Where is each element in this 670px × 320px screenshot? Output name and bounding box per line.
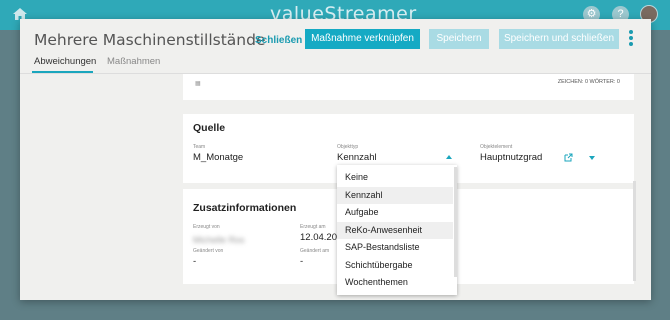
created-on-label: Erzeugt am [300,224,326,230]
dropdown-option[interactable]: Wochenthemen [337,274,453,291]
close-button[interactable]: Schließen [255,35,302,46]
dropdown-option[interactable]: ReKo-Anwesenheit [337,222,453,239]
dropdown-option-selected[interactable]: Kennzahl [337,187,453,204]
resize-grip-icon[interactable]: ▦ [195,80,201,87]
link-measure-button[interactable]: Maßnahme verknüpfen [305,29,420,49]
changed-on-value: - [300,256,304,267]
changed-on-label: Geändert am [300,248,330,254]
team-label: Team [193,144,206,150]
editor-footer-card: ▦ ZEICHEN: 0 WÖRTER: 0 [183,74,634,100]
dropdown-option[interactable]: SAP-Bestandsliste [337,239,453,256]
object-element-label: Objektelement [480,144,513,150]
team-value[interactable]: M_Monatge [193,152,243,163]
dropdown-option[interactable]: Keine [337,169,453,186]
created-by-value: Michelle Ros [193,235,245,245]
dropdown-option[interactable]: Aufgabe [337,204,453,221]
modal-dialog: Mehrere Maschinenstillstände Schließen M… [20,19,651,300]
created-by-label: Erzeugt von [193,224,220,230]
scrollbar[interactable] [633,181,636,281]
created-on-value: 12.04.202 [300,232,343,243]
save-close-button[interactable]: Speichern und schließen [499,29,619,49]
source-title: Quelle [193,122,226,134]
word-count: ZEICHEN: 0 WÖRTER: 0 [557,79,620,85]
page-title: Mehrere Maschinenstillstände [34,31,266,49]
chevron-up-icon[interactable] [446,155,452,159]
object-type-input[interactable]: Kennzahl [337,152,377,163]
more-menu-icon[interactable] [628,30,634,48]
save-button[interactable]: Speichern [429,29,489,49]
dropdown-scrollbar[interactable] [454,167,457,277]
changed-by-value: - [193,256,197,267]
object-type-dropdown: Keine Kennzahl Aufgabe ReKo-Anwesenheit … [337,165,457,295]
additional-title: Zusatzinformationen [193,202,297,214]
external-link-icon[interactable] [564,153,573,162]
dropdown-option[interactable]: Schichtübergabe [337,257,453,274]
object-element-value[interactable]: Hauptnutzgrad [480,152,542,163]
object-type-label: Objekttyp [337,144,359,150]
tab-measures[interactable]: Maßnahmen [107,56,160,67]
chevron-down-icon[interactable] [589,156,595,160]
changed-by-label: Geändert von [193,248,224,254]
tab-deviations[interactable]: Abweichungen [34,56,96,67]
